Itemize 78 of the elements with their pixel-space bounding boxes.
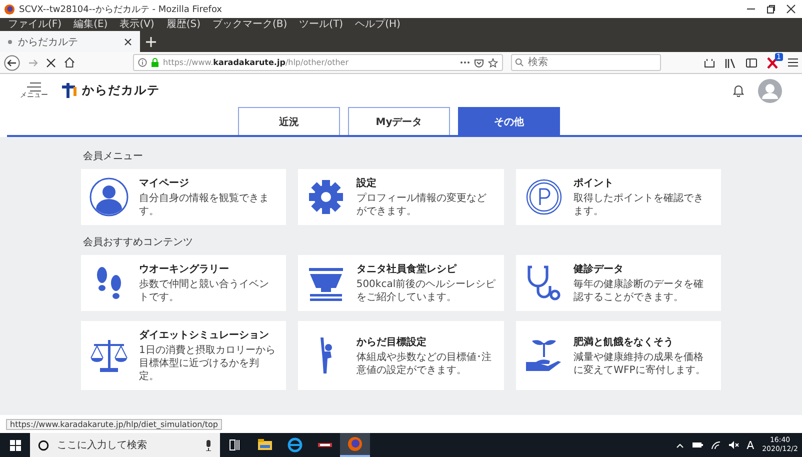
menu-item[interactable]: 履歴(S) bbox=[166, 20, 200, 30]
menu-card[interactable]: ウオーキングラリー 歩数で仲間と競い合うイベントです。 bbox=[81, 255, 286, 311]
battery-icon[interactable] bbox=[692, 442, 703, 448]
menu-card[interactable]: ポイント 取得したポイントを確認できます。 bbox=[516, 169, 721, 225]
menu-item[interactable]: ツール(T) bbox=[299, 20, 344, 30]
raised-arm-figure-icon bbox=[320, 337, 332, 374]
loading-dot-icon bbox=[8, 40, 12, 44]
menu-item[interactable]: ブックマーク(B) bbox=[212, 20, 288, 30]
microphone-icon[interactable] bbox=[205, 440, 212, 451]
new-tab-icon[interactable] bbox=[146, 36, 156, 46]
card-title: ウオーキングラリー bbox=[139, 263, 230, 276]
section-heading: 会員メニュー bbox=[83, 150, 144, 163]
menu-card[interactable]: ダイエットシミュレーション 1日の消費と摂取カロリーから目標体型に近づけるかを判定。 bbox=[81, 321, 286, 390]
card-description: 減量や健康維持の成果を価格に変えてWFPに寄付します。 bbox=[574, 350, 706, 376]
bell-icon[interactable] bbox=[733, 84, 744, 97]
close-icon[interactable] bbox=[786, 4, 796, 14]
menu-icon[interactable] bbox=[788, 58, 798, 67]
card-description: 1日の消費と摂取カロリーから目標体型に近づけるかを判定。 bbox=[139, 344, 276, 383]
windows-logo-icon bbox=[10, 440, 20, 450]
x-icon[interactable] bbox=[767, 56, 778, 68]
card-title: マイページ bbox=[139, 177, 190, 190]
lock-icon bbox=[151, 58, 159, 67]
menu-card[interactable]: からだ目標設定 体組成や歩数などの目標値･注意値の設定ができます。 bbox=[298, 321, 504, 390]
wifi-icon[interactable] bbox=[710, 441, 721, 449]
card-description: 取得したポイントを確認できます。 bbox=[574, 192, 705, 218]
back-icon[interactable] bbox=[4, 54, 20, 70]
menu-card[interactable]: タニタ社員食堂レシピ 500kcal前後のヘルシーレシピをご紹介しています。 bbox=[298, 255, 504, 311]
logo-icon bbox=[62, 83, 78, 98]
page-tab[interactable]: Myデータ bbox=[348, 107, 450, 135]
card-title: タニタ社員食堂レシピ bbox=[356, 262, 458, 276]
section-heading: 会員おすすめコンテンツ bbox=[83, 236, 194, 249]
status-url: https://www.karadakarute.jp/hlp/diet_simulation/top bbox=[6, 418, 222, 430]
menu-item[interactable]: 編集(E) bbox=[74, 20, 108, 30]
library-icon[interactable] bbox=[725, 58, 736, 68]
card-title: からだ目標設定 bbox=[356, 335, 428, 348]
caret-icon[interactable] bbox=[676, 442, 684, 448]
card-title: 設定 bbox=[356, 176, 378, 190]
input-mode-indicator[interactable]: A bbox=[746, 438, 754, 452]
info-icon[interactable] bbox=[138, 58, 147, 67]
taskbar-search-field[interactable]: ここに入力して検索 bbox=[30, 433, 220, 457]
card-title: 肥満と飢餓をなくそう bbox=[574, 336, 675, 348]
logo-text: からだカルテ bbox=[82, 82, 160, 99]
card-description: 500kcal前後のヘルシーレシピをご紹介しています。 bbox=[356, 278, 496, 304]
window-title: SCVX--tw28104--からだカルテ - Mozilla Firefox bbox=[19, 4, 224, 16]
folder-icon bbox=[257, 437, 273, 453]
menu-card[interactable]: 設定 プロフィール情報の変更などができます。 bbox=[298, 169, 504, 225]
menu-item[interactable]: ファイル(F) bbox=[8, 20, 62, 30]
pocket-icon[interactable] bbox=[474, 58, 484, 68]
card-description: 歩数で仲間と競い合うイベントです。 bbox=[139, 278, 270, 304]
stop-icon[interactable] bbox=[46, 58, 56, 68]
p-circle-icon bbox=[524, 177, 564, 217]
card-description: プロフィール情報の変更などができます。 bbox=[356, 192, 488, 218]
sidebar-icon[interactable] bbox=[746, 58, 757, 68]
menu-item[interactable]: 表示(V) bbox=[120, 20, 154, 30]
page-tab[interactable]: その他 bbox=[458, 107, 560, 135]
page-tab[interactable]: 近況 bbox=[238, 107, 340, 135]
browser-tab[interactable]: からだカルテ bbox=[0, 31, 140, 52]
address-field[interactable]: https://www.karadakarute.jp/hlp/other/other bbox=[133, 54, 503, 71]
tray-icon[interactable] bbox=[704, 58, 715, 68]
restore-icon[interactable] bbox=[766, 4, 776, 14]
card-title: ポイント bbox=[574, 177, 615, 190]
search-field[interactable]: 検索 bbox=[511, 54, 661, 71]
menu-card[interactable]: マイページ 自分自身の情報を観覧できます。 bbox=[81, 169, 286, 225]
close-icon[interactable] bbox=[124, 38, 132, 46]
card-title: 健診データ bbox=[574, 262, 625, 276]
card-description: 体組成や歩数などの目標値･注意値の設定ができます。 bbox=[356, 350, 492, 376]
card-description: 毎年の健康診断のデータを確認することができます。 bbox=[574, 278, 705, 304]
home-icon[interactable] bbox=[64, 57, 75, 68]
menu-icon bbox=[27, 82, 41, 92]
card-title: ダイエットシミュレーション bbox=[139, 328, 270, 342]
more-icon[interactable] bbox=[460, 61, 470, 64]
menu-card[interactable]: 肥満と飢餓をなくそう 減量や健康維持の成果を価格に変えてWFPに寄付します。 bbox=[516, 321, 721, 390]
menu-card[interactable]: 健診データ 毎年の健康診断のデータを確認することができます。 bbox=[516, 255, 721, 311]
card-description: 自分自身の情報を観覧できます。 bbox=[139, 192, 270, 218]
star-icon[interactable] bbox=[488, 58, 498, 68]
menu-item[interactable]: ヘルプ(H) bbox=[355, 20, 400, 30]
person-icon bbox=[89, 177, 129, 217]
speaker-muted-icon[interactable] bbox=[728, 441, 739, 449]
